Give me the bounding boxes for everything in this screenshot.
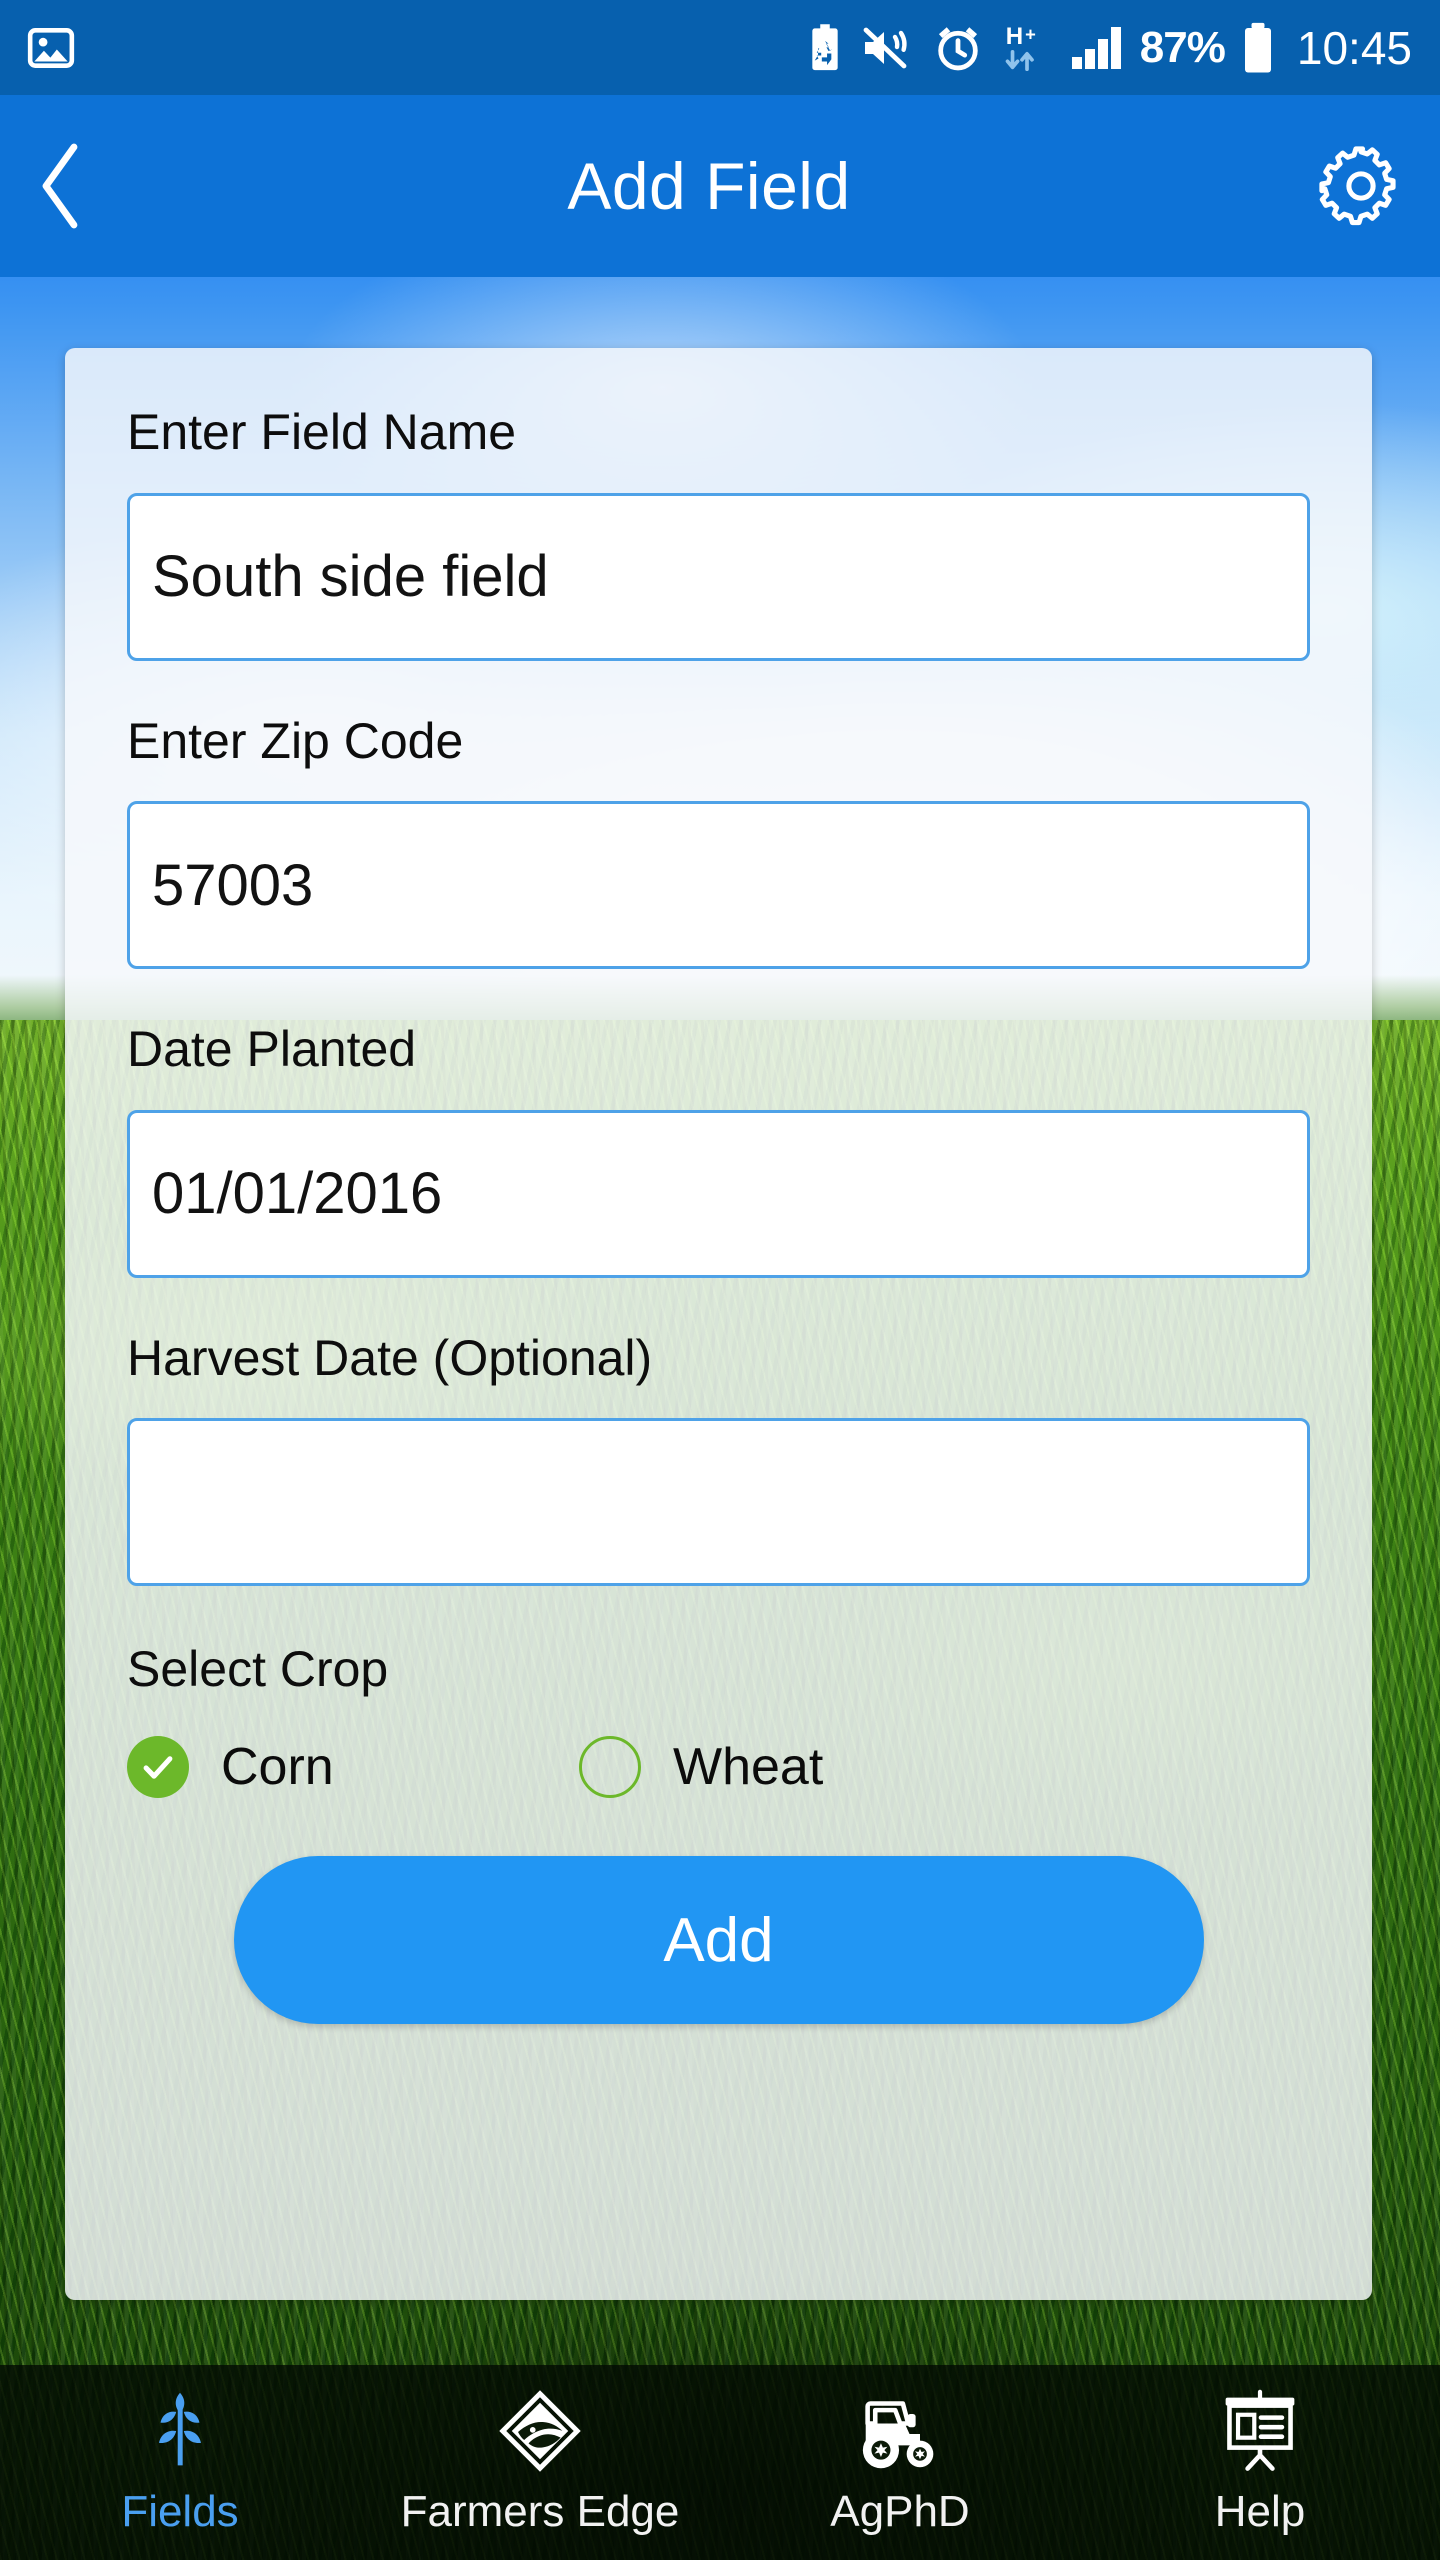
zip-code-group: Enter Zip Code 57003 <box>127 712 1310 969</box>
add-button[interactable]: Add <box>233 1856 1204 2024</box>
zip-code-label: Enter Zip Code <box>127 712 464 769</box>
nav-item-help[interactable]: Help <box>1080 2389 1440 2537</box>
page-title: Add Field <box>567 149 851 223</box>
gear-icon <box>1319 146 1396 226</box>
radio-unselected-icon[interactable] <box>579 1736 641 1798</box>
bottom-navigation-bar: Fields Farmers Edge AgPhD Help <box>0 2365 1440 2560</box>
date-planted-input[interactable]: 01/01/2016 <box>127 1109 1310 1278</box>
nav-item-farmers-edge[interactable]: Farmers Edge <box>360 2389 720 2537</box>
battery-percent-label: 87% <box>1139 22 1226 72</box>
select-crop-label: Select Crop <box>127 1641 389 1697</box>
field-name-group: Enter Field Name South side field <box>127 406 1310 661</box>
harvest-date-group: Harvest Date (Optional) <box>127 1329 1310 1586</box>
farmers-edge-logo-icon <box>497 2389 583 2473</box>
harvest-date-label: Harvest Date (Optional) <box>127 1329 653 1386</box>
battery-icon <box>1241 22 1275 74</box>
field-name-input[interactable]: South side field <box>127 492 1310 661</box>
nav-item-agphd-label: AgPhD <box>830 2486 970 2536</box>
crop-option-wheat[interactable]: Wheat <box>579 1736 823 1798</box>
crop-option-corn[interactable]: Corn <box>127 1736 579 1798</box>
crop-option-wheat-label: Wheat <box>673 1738 824 1796</box>
select-crop-group: Select Crop Corn Wheat <box>127 1640 1310 1798</box>
status-bar-notifications <box>26 23 76 73</box>
wheat-plant-icon <box>141 2389 219 2473</box>
hplus-data-icon: H + <box>1000 21 1054 75</box>
nav-item-farmers-edge-label: Farmers Edge <box>400 2486 680 2536</box>
date-planted-label: Date Planted <box>127 1021 417 1077</box>
back-button[interactable] <box>36 141 124 231</box>
presentation-board-icon <box>1219 2389 1301 2473</box>
date-planted-group: Date Planted 01/01/2016 <box>127 1023 1310 1278</box>
crop-options-row: Corn Wheat <box>127 1736 1310 1798</box>
battery-saver-icon <box>806 22 844 74</box>
status-bar: H + 87% 10:45 <box>0 0 1440 95</box>
tractor-icon <box>854 2389 946 2473</box>
field-name-label: Enter Field Name <box>127 404 517 460</box>
app-bar: Add Field <box>0 95 1440 277</box>
settings-button[interactable] <box>1294 143 1404 229</box>
add-field-form-card: Enter Field Name South side field Enter … <box>65 348 1372 2300</box>
nav-item-fields-label: Fields <box>121 2486 239 2536</box>
status-bar-clock: 10:45 <box>1296 21 1412 74</box>
nav-item-fields[interactable]: Fields <box>0 2389 360 2537</box>
signal-bars-icon <box>1070 25 1124 71</box>
zip-code-input[interactable]: 57003 <box>127 801 1310 969</box>
nav-item-agphd[interactable]: AgPhD <box>720 2389 1080 2537</box>
harvest-date-input[interactable] <box>127 1418 1310 1586</box>
screenshot-image-icon <box>26 23 76 73</box>
status-bar-system-icons: H + 87% 10:45 <box>806 21 1412 75</box>
sound-mute-vibrate-icon <box>860 23 916 73</box>
svg-text:H: H <box>1006 23 1023 50</box>
check-icon <box>143 1756 173 1779</box>
crop-option-corn-label: Corn <box>221 1738 334 1796</box>
chevron-left-icon <box>42 143 78 229</box>
alarm-clock-icon <box>932 22 984 74</box>
radio-selected-icon[interactable] <box>127 1736 189 1798</box>
nav-item-help-label: Help <box>1214 2486 1306 2536</box>
svg-text:+: + <box>1025 23 1036 44</box>
